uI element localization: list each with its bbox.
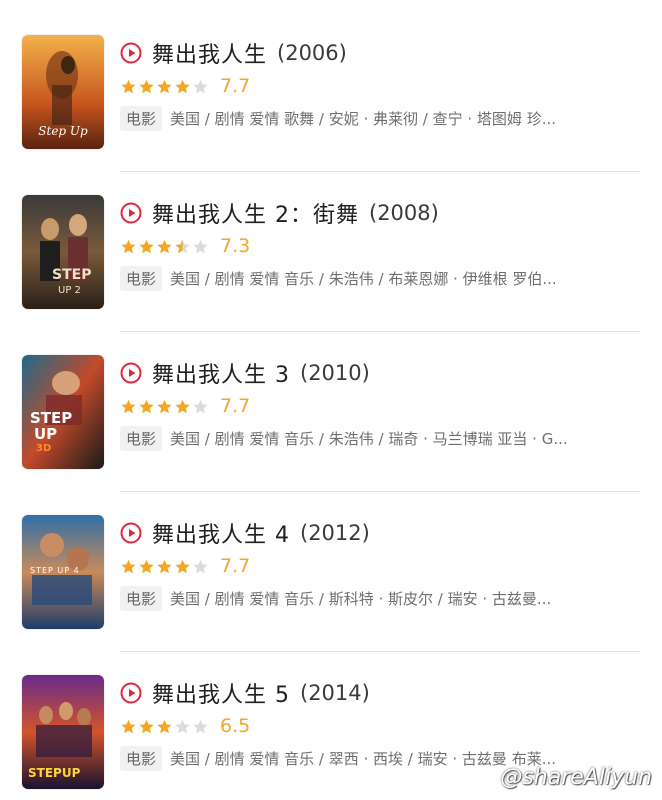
play-icon[interactable] [120,682,142,704]
svg-text:UP 2: UP 2 [58,285,81,296]
rating-row: 7.7 [120,552,250,580]
movie-meta: 美国 / 剧情 爱情 音乐 / 朱浩伟 / 布莱恩娜 · 伊维根 罗伯... [170,269,557,288]
movie-year: (2012) [300,521,370,545]
star-full-icon [121,79,136,93]
poster-image[interactable]: STEP UP 3D [22,355,104,469]
rating-row: 6.5 [120,712,250,740]
star-full-icon [157,239,172,253]
rating-row: 7.3 [120,232,250,260]
movie-year: (2010) [300,361,370,385]
info-row: 电影 美国 / 剧情 爱情 音乐 / 朱浩伟 / 瑞奇 · 马兰博瑞 亚当 · … [120,424,640,452]
rating-score: 7.7 [220,395,251,417]
star-full-icon [121,239,136,253]
title-row[interactable]: 舞出我人生 4 (2012) [120,516,370,550]
play-icon[interactable] [120,362,142,384]
movie-year: (2008) [369,201,439,225]
type-tag: 电影 [120,425,163,451]
list-item[interactable]: STEP UP 2 舞出我人生 2：街舞 (2008) 7.3 电影 美国 / … [0,160,662,332]
star-empty-icon [193,79,208,93]
list-item[interactable]: STEP UP 4 舞出我人生 4 (2012) 7.7 电影 美国 / 剧情 … [0,480,662,652]
rating-score: 7.7 [220,75,251,97]
title-row[interactable]: 舞出我人生 (2006) [120,36,347,70]
star-full-icon [121,399,136,413]
svg-text:3D: 3D [36,443,51,454]
svg-text:STEPUP: STEPUP [28,766,81,780]
movie-title[interactable]: 舞出我人生 3 [152,357,290,389]
rating-score: 6.5 [220,715,251,737]
movie-title[interactable]: 舞出我人生 2：街舞 [152,197,359,229]
star-full-icon [139,79,154,93]
info-row: 电影 美国 / 剧情 爱情 音乐 / 斯科特 · 斯皮尔 / 瑞安 · 古兹曼.… [120,584,640,612]
star-full-icon [139,239,154,253]
info-row: 电影 美国 / 剧情 爱情 歌舞 / 安妮 · 弗莱彻 / 查宁 · 塔图姆 珍… [120,104,640,132]
rating-row: 7.7 [120,72,250,100]
title-row[interactable]: 舞出我人生 3 (2010) [120,356,370,390]
movie-meta: 美国 / 剧情 爱情 音乐 / 斯科特 · 斯皮尔 / 瑞安 · 古兹曼... [170,589,552,608]
list-item[interactable]: Step Up 舞出我人生 (2006) 7.7 电影 美国 / 剧情 爱情 歌… [0,0,662,172]
poster-image[interactable]: STEPUP [22,675,104,789]
star-full-icon [175,399,190,413]
type-tag: 电影 [120,105,163,131]
svg-text:Step Up: Step Up [38,124,88,138]
star-full-icon [157,559,172,573]
star-full-icon [139,719,154,733]
list-item[interactable]: STEP UP 3D 舞出我人生 3 (2010) 7.7 电影 美国 / 剧情… [0,320,662,492]
star-empty-icon [193,719,208,733]
movie-meta: 美国 / 剧情 爱情 音乐 / 翠西 · 西埃 / 瑞安 · 古兹曼 布莱... [170,749,557,768]
star-full-icon [139,399,154,413]
info-row: 电影 美国 / 剧情 爱情 音乐 / 朱浩伟 / 布莱恩娜 · 伊维根 罗伯..… [120,264,640,292]
star-rating [120,398,210,415]
star-empty-icon [193,239,208,253]
star-rating [120,78,210,95]
movie-year: (2006) [277,41,347,65]
star-full-icon [157,399,172,413]
movie-meta: 美国 / 剧情 爱情 音乐 / 朱浩伟 / 瑞奇 · 马兰博瑞 亚当 · G..… [170,429,568,448]
star-full-icon [175,559,190,573]
svg-text:STEP UP 4: STEP UP 4 [30,566,80,575]
play-icon[interactable] [120,522,142,544]
movie-title[interactable]: 舞出我人生 4 [152,517,290,549]
star-empty-icon [193,399,208,413]
poster-image[interactable]: Step Up [22,35,104,149]
rating-score: 7.3 [220,235,251,257]
rating-score: 7.7 [220,555,251,577]
title-row[interactable]: 舞出我人生 5 (2014) [120,676,370,710]
star-full-icon [139,559,154,573]
type-tag: 电影 [120,265,163,291]
star-rating [120,238,210,255]
svg-text:UP: UP [34,425,57,443]
star-full-icon [121,559,136,573]
star-full-icon [157,719,172,733]
movie-year: (2014) [300,681,370,705]
type-tag: 电影 [120,585,163,611]
star-empty-icon [193,559,208,573]
movie-meta: 美国 / 剧情 爱情 歌舞 / 安妮 · 弗莱彻 / 查宁 · 塔图姆 珍... [170,109,557,128]
star-rating [120,558,210,575]
svg-text:STEP: STEP [52,267,91,283]
poster-image[interactable]: STEP UP 2 [22,195,104,309]
poster-image[interactable]: STEP UP 4 [22,515,104,629]
type-tag: 电影 [120,745,163,771]
star-empty-icon [175,719,190,733]
play-icon[interactable] [120,202,142,224]
movie-title[interactable]: 舞出我人生 [152,37,267,69]
star-full-icon [175,79,190,93]
rating-row: 7.7 [120,392,250,420]
movie-title[interactable]: 舞出我人生 5 [152,677,290,709]
title-row[interactable]: 舞出我人生 2：街舞 (2008) [120,196,439,230]
star-full-icon [157,79,172,93]
watermark-text: @shareAliyun [500,765,652,790]
star-rating [120,718,210,735]
star-full-icon [121,719,136,733]
star-half-icon [175,239,190,253]
play-icon[interactable] [120,42,142,64]
